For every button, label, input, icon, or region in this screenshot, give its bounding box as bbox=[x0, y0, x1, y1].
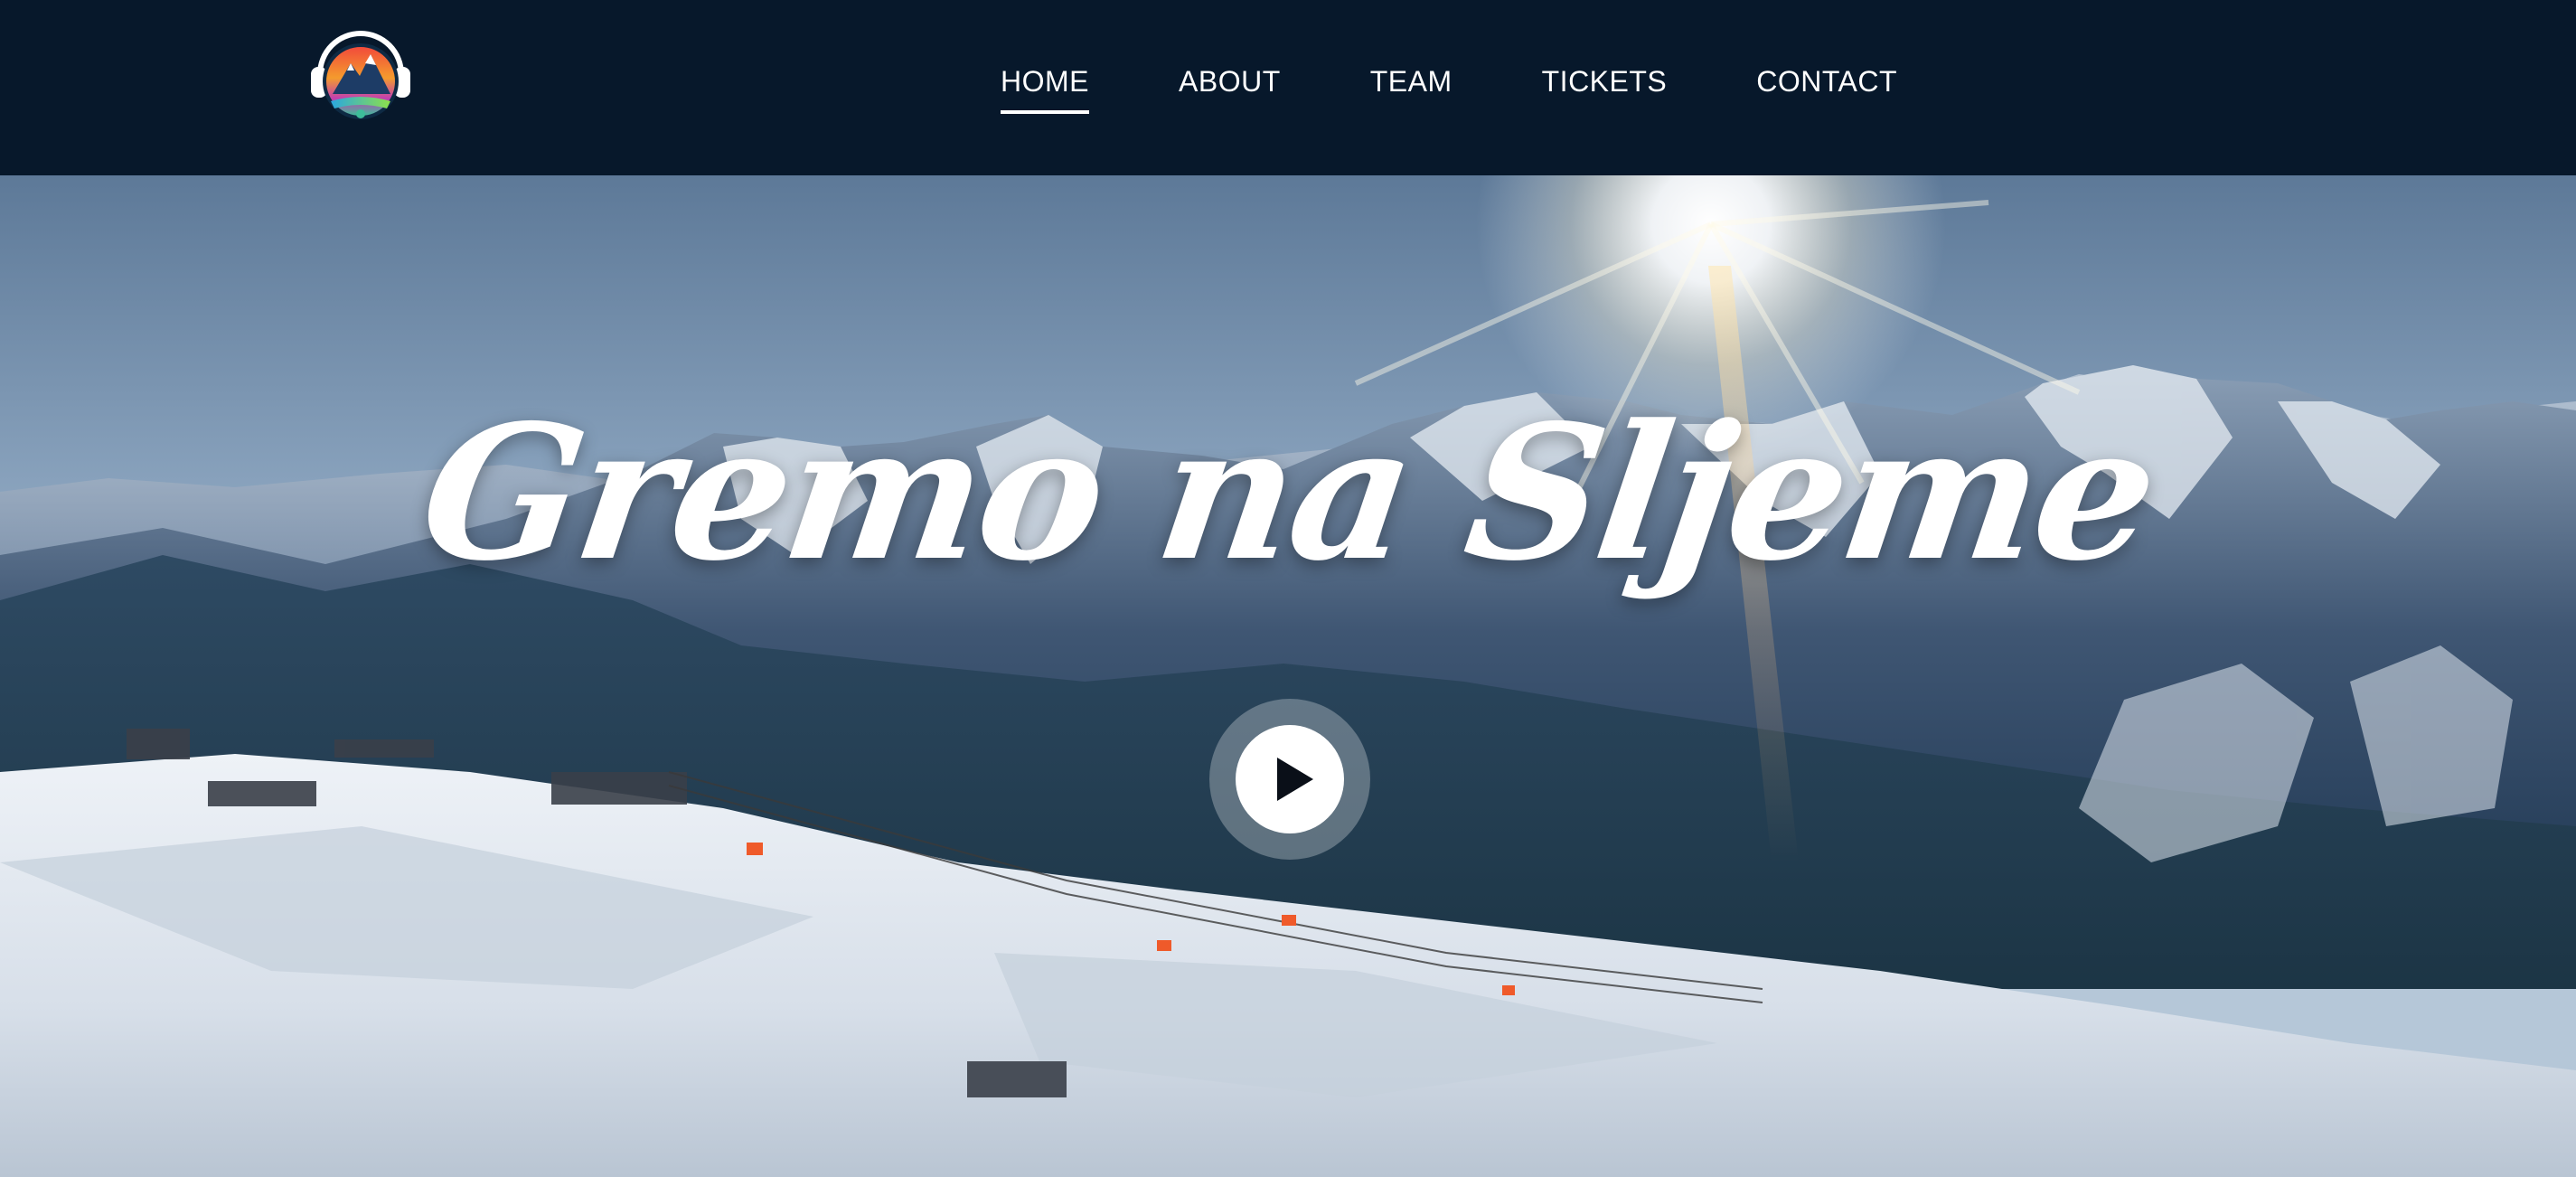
play-icon bbox=[1277, 758, 1313, 801]
play-video-button[interactable] bbox=[1209, 699, 1370, 860]
nav-team-link[interactable]: TEAM bbox=[1370, 63, 1453, 99]
nav-home-link[interactable]: HOME bbox=[1001, 63, 1089, 114]
mountain-headphones-logo-icon bbox=[311, 31, 410, 119]
hero-section: Gremo na Sljeme bbox=[0, 175, 2576, 1177]
nav-tickets-link[interactable]: TICKETS bbox=[1542, 63, 1668, 99]
mountain-landscape-background bbox=[0, 175, 2576, 1177]
main-nav: HOME ABOUT TEAM TICKETS CONTACT bbox=[1001, 63, 1897, 114]
site-header: HOME ABOUT TEAM TICKETS CONTACT bbox=[0, 0, 2576, 175]
site-logo[interactable] bbox=[307, 20, 414, 128]
nav-contact-link[interactable]: CONTACT bbox=[1756, 63, 1897, 99]
hero-title: Gremo na Sljeme bbox=[409, 385, 2167, 602]
play-button-inner bbox=[1236, 725, 1344, 833]
nav-about-link[interactable]: ABOUT bbox=[1179, 63, 1281, 99]
